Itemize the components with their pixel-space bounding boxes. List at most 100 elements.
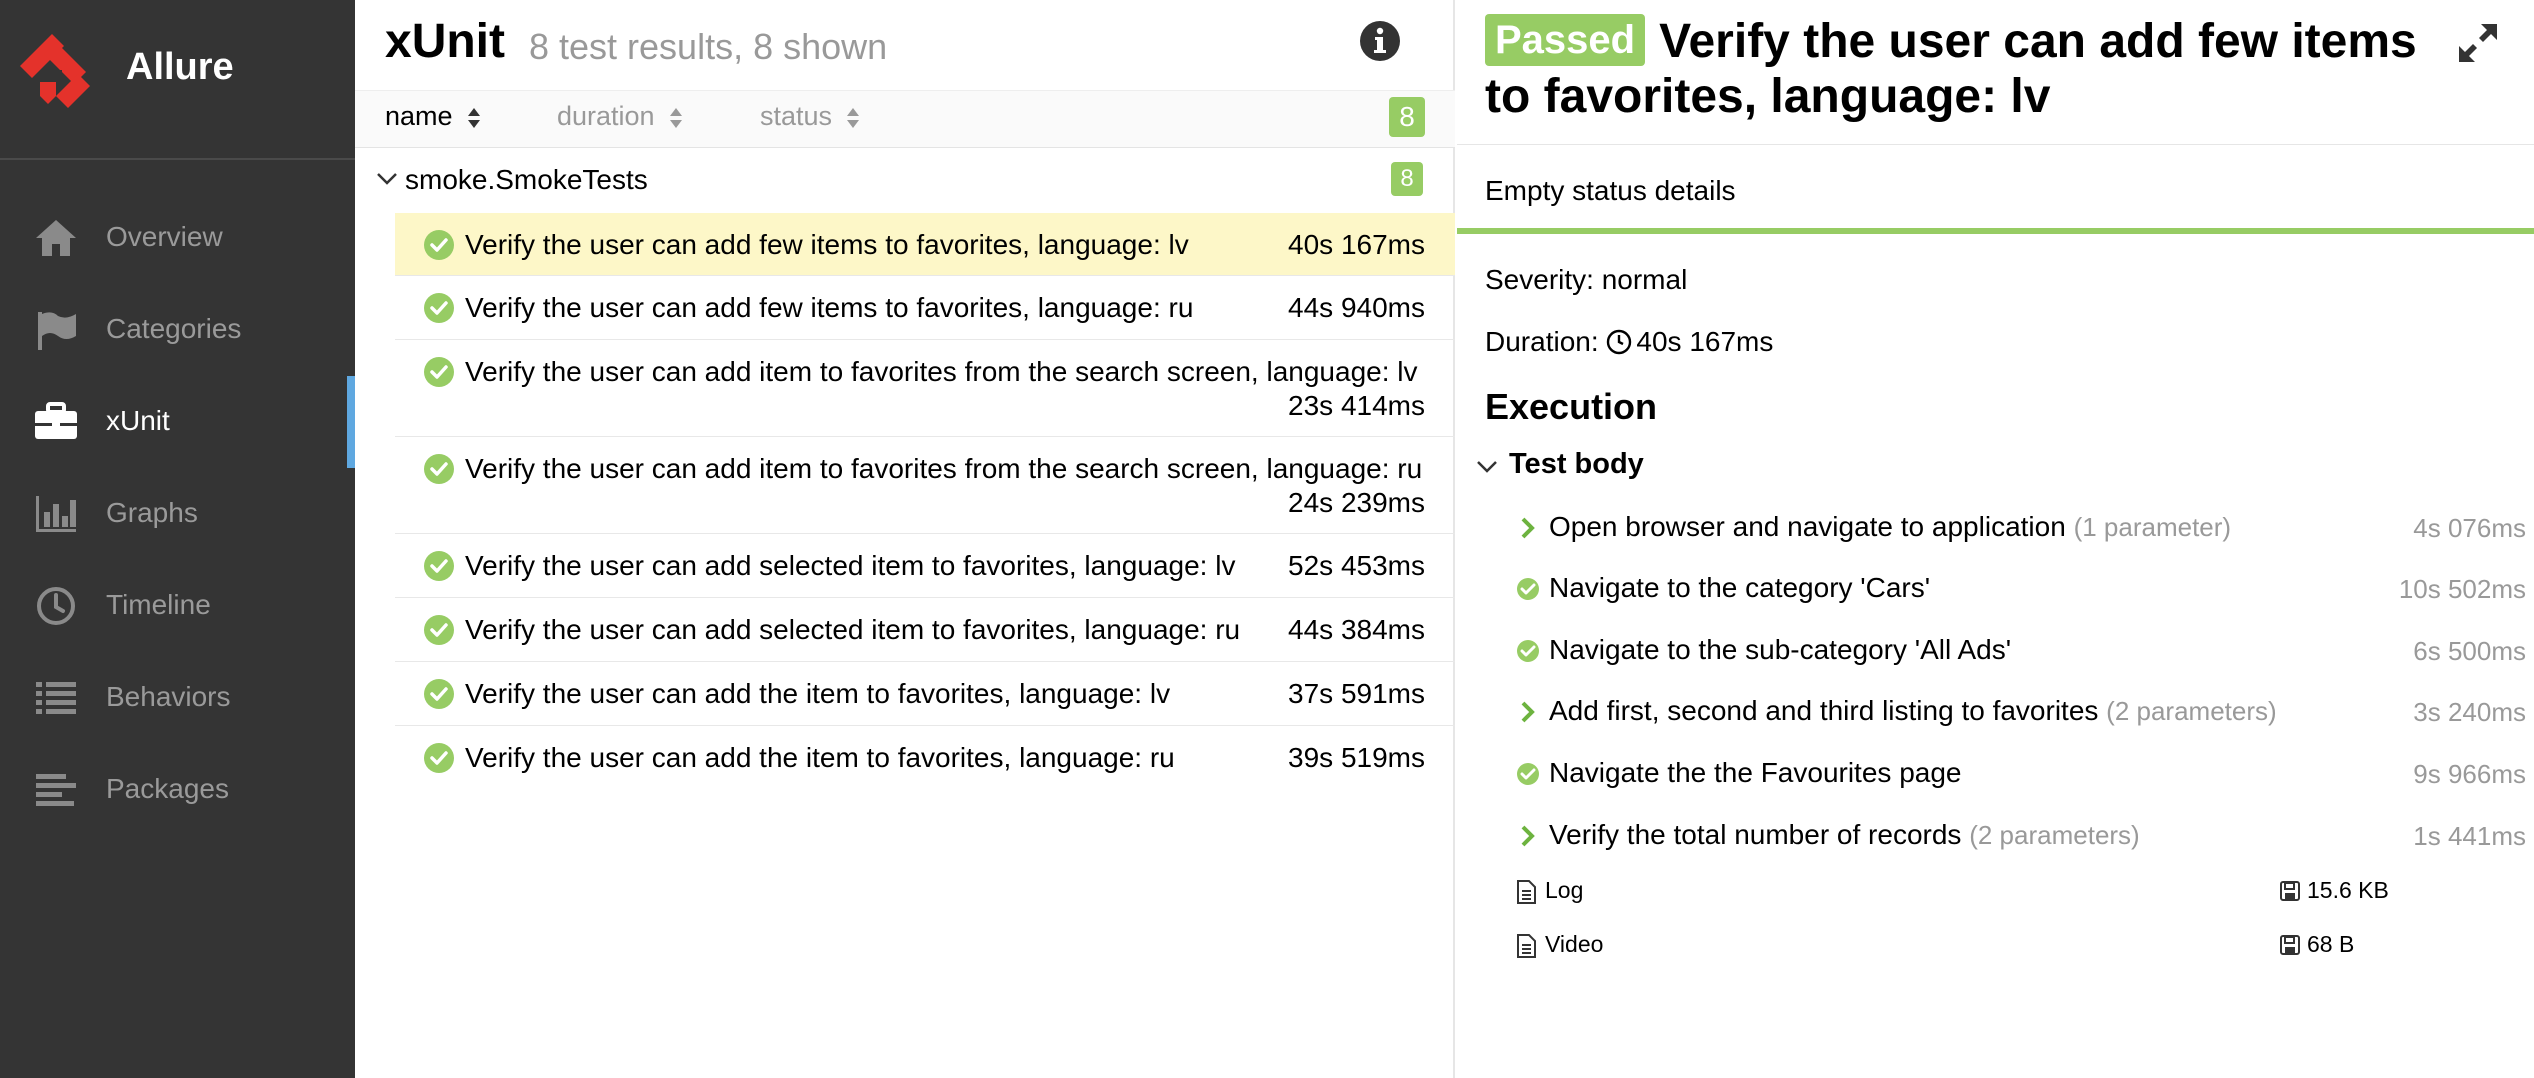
- step-duration: 4s 076ms: [2413, 513, 2526, 543]
- home-icon: [36, 220, 76, 256]
- step-row[interactable]: Navigate to the category 'Cars' 10s 502m…: [1515, 570, 2534, 610]
- info-icon[interactable]: [1359, 20, 1401, 62]
- save-icon: [2280, 935, 2300, 955]
- test-duration: 39s 519ms: [1288, 742, 1425, 773]
- test-name: Verify the user can add selected item to…: [465, 550, 1236, 581]
- step-duration: 10s 502ms: [2398, 574, 2526, 604]
- allure-logo-icon: [20, 34, 90, 108]
- test-duration: 52s 453ms: [1288, 550, 1425, 581]
- test-duration: 44s 940ms: [1288, 292, 1425, 323]
- sidebar-item-overview[interactable]: Overview: [0, 192, 355, 284]
- expand-icon[interactable]: [2455, 20, 2501, 66]
- test-row[interactable]: Verify the user can add the item to favo…: [395, 726, 1455, 790]
- test-name: Verify the user can add item to favorite…: [465, 356, 1418, 387]
- sidebar-item-xunit[interactable]: xUnit: [0, 376, 355, 468]
- step-duration: 6s 500ms: [2413, 636, 2526, 666]
- sidebar-item-packages[interactable]: Packages: [0, 744, 355, 836]
- check-circle-icon: [424, 615, 454, 645]
- test-name: Verify the user can add selected item to…: [465, 614, 1241, 645]
- briefcase-icon: [35, 402, 77, 439]
- test-row[interactable]: Verify the user can add few items to fav…: [395, 276, 1455, 340]
- list-icon: [36, 682, 76, 714]
- test-row[interactable]: Verify the user can add few items to fav…: [395, 213, 1455, 276]
- status-details: Empty status details: [1457, 144, 2534, 234]
- step-row[interactable]: Verify the total number of records (2 pa…: [1515, 817, 2534, 857]
- test-row[interactable]: Verify the user can add item to favorite…: [395, 340, 1455, 437]
- sidebar-item-graphs[interactable]: Graphs: [0, 468, 355, 560]
- attachment-row[interactable]: Log 15.6 KB: [1515, 874, 2515, 910]
- app-name: Allure: [126, 46, 234, 88]
- sidebar-item-label: Graphs: [106, 497, 198, 528]
- test-list-pane: xUnit 8 test results, 8 shown name durat…: [355, 0, 1455, 1078]
- test-name: Verify the user can add item to favorite…: [465, 453, 1423, 484]
- step-duration: 1s 441ms: [2413, 821, 2526, 851]
- step-name: Navigate to the sub-category 'All Ads': [1549, 634, 2012, 665]
- test-duration: 24s 239ms: [1288, 487, 1425, 518]
- check-circle-icon: [424, 293, 454, 323]
- chevron-right-icon: [1521, 825, 1535, 847]
- sort-by-name[interactable]: name: [385, 101, 481, 132]
- test-name: Verify the user can add the item to favo…: [465, 678, 1171, 709]
- sort-label: name: [385, 101, 453, 131]
- step-name: Navigate to the category 'Cars': [1549, 572, 1931, 603]
- sort-by-duration[interactable]: duration: [557, 101, 683, 132]
- execution-title: Execution: [1485, 386, 1658, 427]
- step-name: Open browser and navigate to application…: [1549, 511, 2232, 542]
- clock-icon: [1607, 329, 1632, 355]
- group-row[interactable]: smoke.SmokeTests 8: [355, 148, 1455, 212]
- test-row[interactable]: Verify the user can add selected item to…: [395, 534, 1455, 598]
- check-circle-icon: [424, 454, 454, 484]
- check-circle-icon: [1517, 578, 1539, 600]
- check-circle-icon: [1517, 763, 1539, 785]
- sidebar-item-label: Timeline: [106, 589, 211, 620]
- step-row[interactable]: Navigate to the sub-category 'All Ads' 6…: [1515, 632, 2534, 672]
- attachment-size: 15.6 KB: [2307, 877, 2389, 903]
- align-left-icon: [36, 774, 76, 806]
- chevron-down-icon: [377, 173, 397, 185]
- step-row[interactable]: Add first, second and third listing to f…: [1515, 693, 2534, 733]
- check-circle-icon: [424, 357, 454, 387]
- sidebar-item-behaviors[interactable]: Behaviors: [0, 652, 355, 744]
- clock-icon: [37, 587, 75, 625]
- sidebar: Allure Overview Categories xUnit Graphs …: [0, 0, 355, 1078]
- sidebar-item-timeline[interactable]: Timeline: [0, 560, 355, 652]
- sort-label: duration: [557, 101, 655, 131]
- test-duration: 40s 167ms: [1288, 229, 1425, 260]
- file-text-icon: [1517, 880, 1536, 904]
- check-circle-icon: [424, 230, 454, 260]
- group-count-badge: 8: [1391, 162, 1423, 196]
- duration-value: 40s 167ms: [1636, 326, 1774, 357]
- attachment-row[interactable]: Video 68 B: [1515, 928, 2515, 964]
- test-row[interactable]: Verify the user can add the item to favo…: [395, 662, 1455, 726]
- test-row[interactable]: Verify the user can add item to favorite…: [395, 437, 1455, 534]
- sort-by-status[interactable]: status: [760, 101, 860, 132]
- brand[interactable]: Allure: [0, 0, 355, 160]
- sort-icon: [467, 107, 480, 128]
- status-details-text: Empty status details: [1485, 175, 1736, 206]
- chevron-right-icon: [1521, 701, 1535, 723]
- total-count-badge: 8: [1389, 97, 1425, 137]
- test-duration: 37s 591ms: [1288, 678, 1425, 709]
- sort-icon: [669, 107, 682, 128]
- sidebar-item-label: Behaviors: [106, 681, 231, 712]
- sidebar-item-categories[interactable]: Categories: [0, 284, 355, 376]
- step-name: Add first, second and third listing to f…: [1549, 695, 2277, 726]
- check-circle-icon: [424, 679, 454, 709]
- flag-icon: [38, 312, 76, 350]
- sort-icon: [847, 107, 860, 128]
- page-title: xUnit: [385, 15, 505, 68]
- test-name: Verify the user can add few items to fav…: [465, 229, 1189, 260]
- status-badge: Passed: [1485, 14, 1646, 66]
- duration-label: Duration:: [1485, 326, 1599, 357]
- test-name: Verify the user can add the item to favo…: [465, 742, 1175, 773]
- sidebar-item-label: Packages: [106, 773, 229, 804]
- step-row[interactable]: Navigate the the Favourites page 9s 966m…: [1515, 755, 2534, 795]
- sidebar-item-label: Categories: [106, 313, 242, 344]
- step-name: Navigate the the Favourites page: [1549, 757, 1962, 788]
- test-name: Verify the user can add few items to fav…: [465, 292, 1194, 323]
- step-row[interactable]: Open browser and navigate to application…: [1515, 509, 2534, 549]
- file-text-icon: [1517, 934, 1536, 958]
- test-row[interactable]: Verify the user can add selected item to…: [395, 598, 1455, 662]
- group-name: smoke.SmokeTests: [405, 164, 648, 195]
- test-title: Passed Verify the user can add few items …: [1485, 14, 2445, 124]
